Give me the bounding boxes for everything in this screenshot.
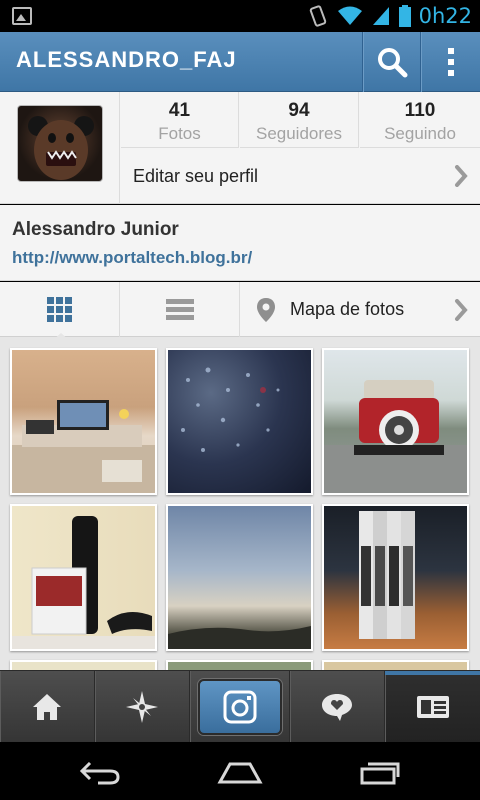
home-nav-icon	[217, 762, 263, 784]
photo-thumbnail[interactable]	[10, 660, 157, 670]
avatar[interactable]	[17, 105, 103, 182]
camera-icon	[223, 690, 256, 724]
desk-photo-image	[12, 400, 155, 493]
list-view-icon	[165, 298, 194, 320]
tab-news[interactable]	[290, 671, 385, 743]
profile-username: ALESSANDRO_FAJ	[16, 47, 237, 72]
photo-thumbnail-vintage-car[interactable]	[322, 348, 469, 495]
recent-apps-button[interactable]	[350, 752, 410, 792]
view-tabs: Mapa de fotos	[0, 282, 480, 341]
photos-count-label: Fotos	[158, 124, 201, 143]
chevron-right-icon	[455, 165, 468, 187]
avatar-domo-image	[28, 116, 94, 180]
tab-camera[interactable]	[190, 671, 290, 743]
photos-count-value: 41	[168, 100, 191, 121]
followers-count[interactable]: 94 Seguidores	[240, 92, 359, 148]
edit-profile-label: Editar seu perfil	[133, 166, 259, 186]
overflow-menu-icon	[447, 48, 454, 76]
photo-thumbnail[interactable]	[322, 660, 469, 670]
status-icons: 0h22	[307, 0, 472, 32]
photo-thumbnail-raindrops[interactable]	[166, 348, 313, 495]
followers-count-label: Seguidores	[255, 124, 342, 143]
picture-notification-icon	[12, 7, 32, 25]
system-navigation-bar	[0, 742, 480, 800]
photos-count[interactable]: 41 Fotos	[121, 92, 239, 148]
tab-grid-view[interactable]	[0, 282, 120, 337]
avatar-cell	[0, 92, 120, 204]
chevron-right-icon	[455, 299, 468, 321]
overflow-menu-button[interactable]	[420, 32, 480, 92]
status-bar: 0h22	[0, 0, 480, 32]
raindrops-photo-image	[181, 367, 280, 452]
vibrate-icon	[309, 5, 326, 27]
news-icon	[322, 694, 352, 721]
bio-section: Alessandro Junior http://www.portaltech.…	[0, 205, 480, 281]
explore-icon	[126, 691, 158, 723]
recent-apps-icon	[360, 762, 400, 785]
full-name: Alessandro Junior	[12, 219, 179, 240]
home-icon	[33, 694, 61, 720]
battery-icon	[398, 5, 411, 27]
photo-thumbnail-games[interactable]	[322, 504, 469, 651]
home-nav-button[interactable]	[210, 752, 270, 792]
tab-photo-map[interactable]: Mapa de fotos	[240, 282, 480, 337]
following-count-value: 110	[404, 100, 436, 121]
tab-explore[interactable]	[95, 671, 190, 743]
followers-count-value: 94	[288, 100, 310, 121]
edit-profile-button[interactable]: Editar seu perfil	[121, 149, 480, 204]
bottom-tab-bar	[0, 670, 480, 743]
tab-home[interactable]	[0, 671, 95, 743]
website-link[interactable]: http://www.portaltech.blog.br/	[12, 248, 252, 268]
tab-profile[interactable]	[385, 671, 480, 743]
signal-icon	[372, 7, 389, 25]
following-count-label: Seguindo	[384, 124, 456, 143]
following-count[interactable]: 110 Seguindo	[360, 92, 480, 148]
photo-thumbnail-ps3[interactable]	[10, 504, 157, 651]
photo-thumbnail[interactable]	[166, 660, 313, 670]
grid-view-icon	[46, 296, 72, 322]
search-button[interactable]	[362, 32, 420, 92]
profile-header: 41 Fotos 94 Seguidores 110 Seguindo Edit…	[0, 92, 480, 204]
search-icon	[377, 48, 407, 78]
tab-list-view[interactable]	[120, 282, 240, 337]
photo-thumbnail-desk[interactable]	[10, 348, 157, 495]
ps3-photo-image	[12, 516, 155, 649]
vintage-car-photo-image	[324, 380, 467, 493]
profile-icon	[416, 696, 449, 718]
status-clock: 0h22	[418, 4, 472, 28]
back-icon	[79, 761, 120, 785]
map-pin-icon	[257, 297, 275, 322]
photo-map-label: Mapa de fotos	[290, 299, 405, 319]
games-photo-image	[359, 511, 415, 639]
photo-thumbnail-sky[interactable]	[166, 504, 313, 651]
camera-button[interactable]	[197, 679, 282, 735]
photo-grid	[0, 337, 480, 670]
wifi-icon	[337, 6, 362, 25]
sky-photo-image	[168, 626, 311, 649]
back-button[interactable]	[70, 752, 130, 792]
action-bar: ALESSANDRO_FAJ	[0, 32, 480, 92]
